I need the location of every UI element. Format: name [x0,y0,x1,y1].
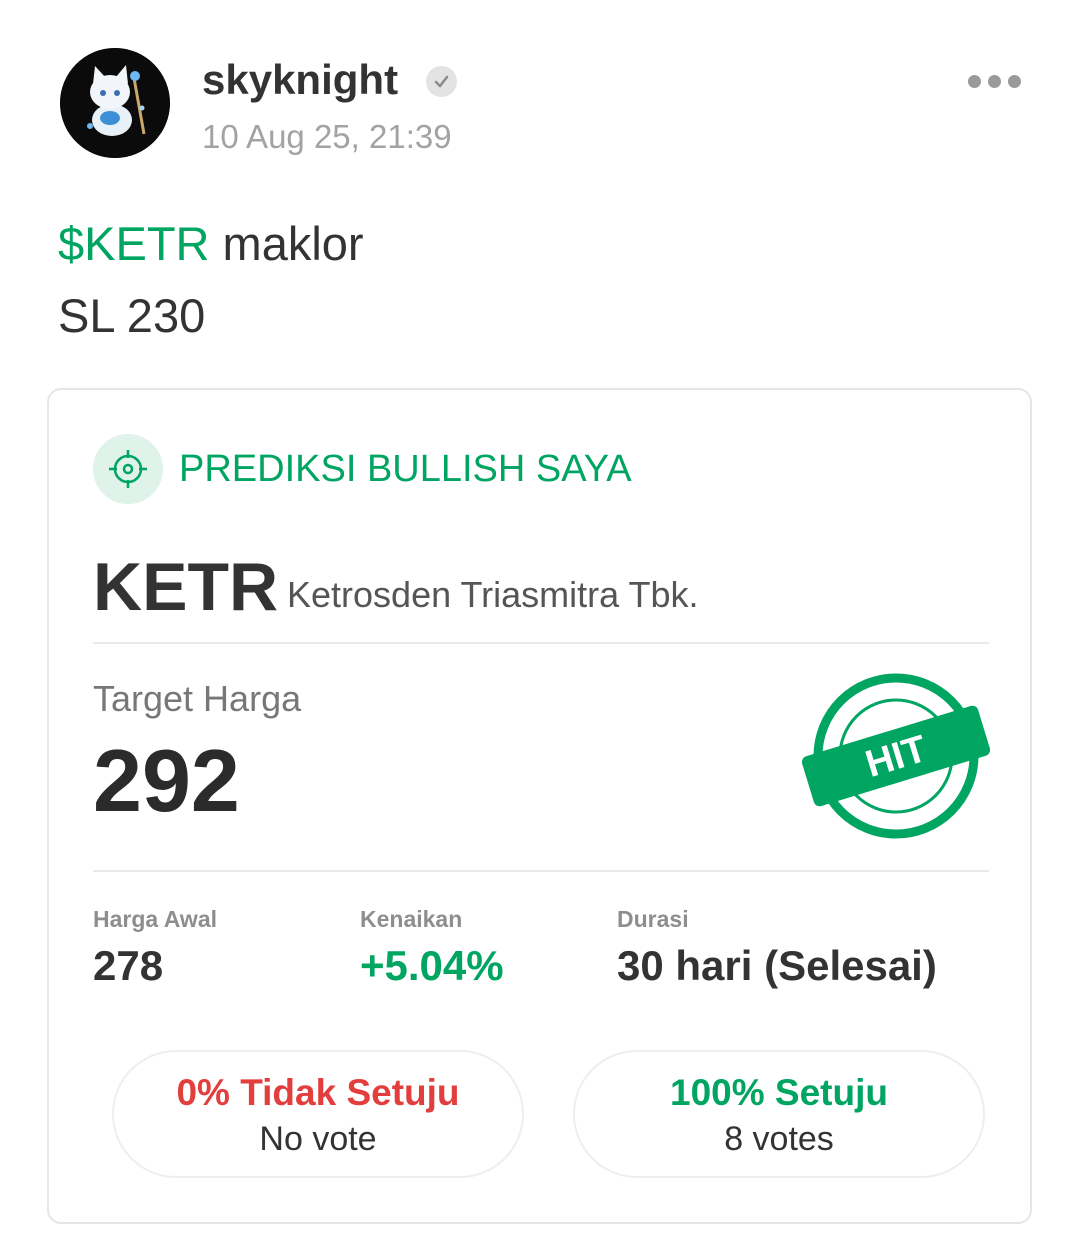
post-text: maklor [209,217,364,270]
duration-label: Durasi [617,906,689,932]
agree-count: 8 votes [724,1120,834,1158]
agree-vote-button[interactable]: 100% Setuju 8 votes [573,1050,985,1178]
prediction-type-label: PREDIKSI BULLISH SAYA [179,448,632,490]
avatar-cat-illustration [60,48,170,158]
start-price-value: 278 [93,942,164,989]
disagree-count: No vote [259,1120,377,1158]
target-price-value: 292 [93,731,240,830]
post-line-1: $KETR maklor [58,208,364,280]
post-header: skyknight 10 Aug 25, 21:39 [60,48,1040,160]
target-crosshair-icon [93,434,163,504]
username[interactable]: skyknight [202,56,398,104]
post-timestamp: 10 Aug 25, 21:39 [202,118,452,155]
disagree-percent: 0% Tidak Setuju [176,1072,460,1113]
increase-label: Kenaikan [360,906,463,932]
target-price-label: Target Harga [93,678,302,719]
duration-value: 30 hari (Selesai) [617,942,937,989]
post-body: $KETR maklor SL 230 [58,208,364,352]
hit-stamp: HIT [801,670,991,842]
agree-percent: 100% Setuju [670,1072,888,1113]
stock-ticker[interactable]: KETR [93,548,278,626]
disagree-vote-button[interactable]: 0% Tidak Setuju No vote [112,1050,524,1178]
start-price-label: Harga Awal [93,906,217,932]
divider [93,642,989,644]
user-avatar[interactable] [60,48,170,158]
more-options-icon[interactable] [964,68,1024,96]
divider [93,870,989,872]
verified-check-icon [426,66,457,97]
prediction-card[interactable]: PREDIKSI BULLISH SAYA KETR Ketrosden Tri… [47,388,1032,1224]
company-name: Ketrosden Triasmitra Tbk. [287,574,699,615]
increase-value: +5.04% [360,942,504,989]
post-line-2: SL 230 [58,289,206,342]
cashtag-link[interactable]: $KETR [58,217,210,270]
